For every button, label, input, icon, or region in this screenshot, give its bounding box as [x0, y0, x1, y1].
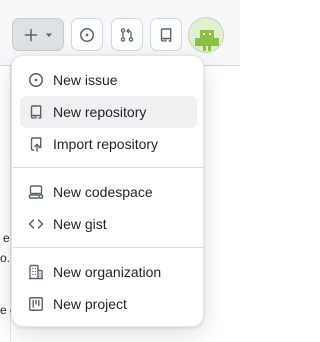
pull-requests-button[interactable] [111, 18, 143, 51]
repositories-button[interactable] [150, 18, 182, 51]
git-pull-request-icon [119, 27, 135, 43]
repo-push-icon [28, 136, 44, 152]
issue-opened-icon [79, 27, 95, 43]
project-icon [28, 296, 44, 312]
menu-divider [13, 247, 204, 248]
menu-divider [13, 167, 204, 168]
repo-icon [28, 104, 44, 120]
menu-item-label: New codespace [53, 184, 153, 200]
menu-item-label: New gist [53, 216, 107, 232]
create-new-button[interactable] [12, 18, 64, 51]
codespaces-icon [28, 184, 44, 200]
issue-opened-icon [28, 72, 44, 88]
menu-item-new-project[interactable]: New project [20, 288, 197, 320]
user-avatar[interactable] [188, 17, 224, 53]
organization-icon [28, 264, 44, 280]
plus-icon [23, 27, 39, 43]
create-new-menu: New issue New repository Import reposito… [11, 55, 204, 327]
menu-item-label: New project [53, 296, 127, 312]
menu-item-new-organization[interactable]: New organization [20, 256, 197, 288]
menu-item-new-gist[interactable]: New gist [20, 208, 197, 240]
menu-item-label: New organization [53, 264, 162, 280]
menu-item-import-repository[interactable]: Import repository [20, 128, 197, 160]
menu-item-new-issue[interactable]: New issue [20, 64, 197, 96]
code-icon [28, 216, 44, 232]
menu-item-new-codespace[interactable]: New codespace [20, 176, 197, 208]
menu-item-label: New issue [53, 72, 118, 88]
issues-button[interactable] [71, 18, 103, 51]
menu-item-new-repository[interactable]: New repository [20, 96, 197, 128]
menu-item-label: Import repository [53, 136, 159, 152]
triangle-down-icon [45, 31, 53, 39]
repo-icon [158, 27, 174, 43]
menu-item-label: New repository [53, 104, 147, 120]
